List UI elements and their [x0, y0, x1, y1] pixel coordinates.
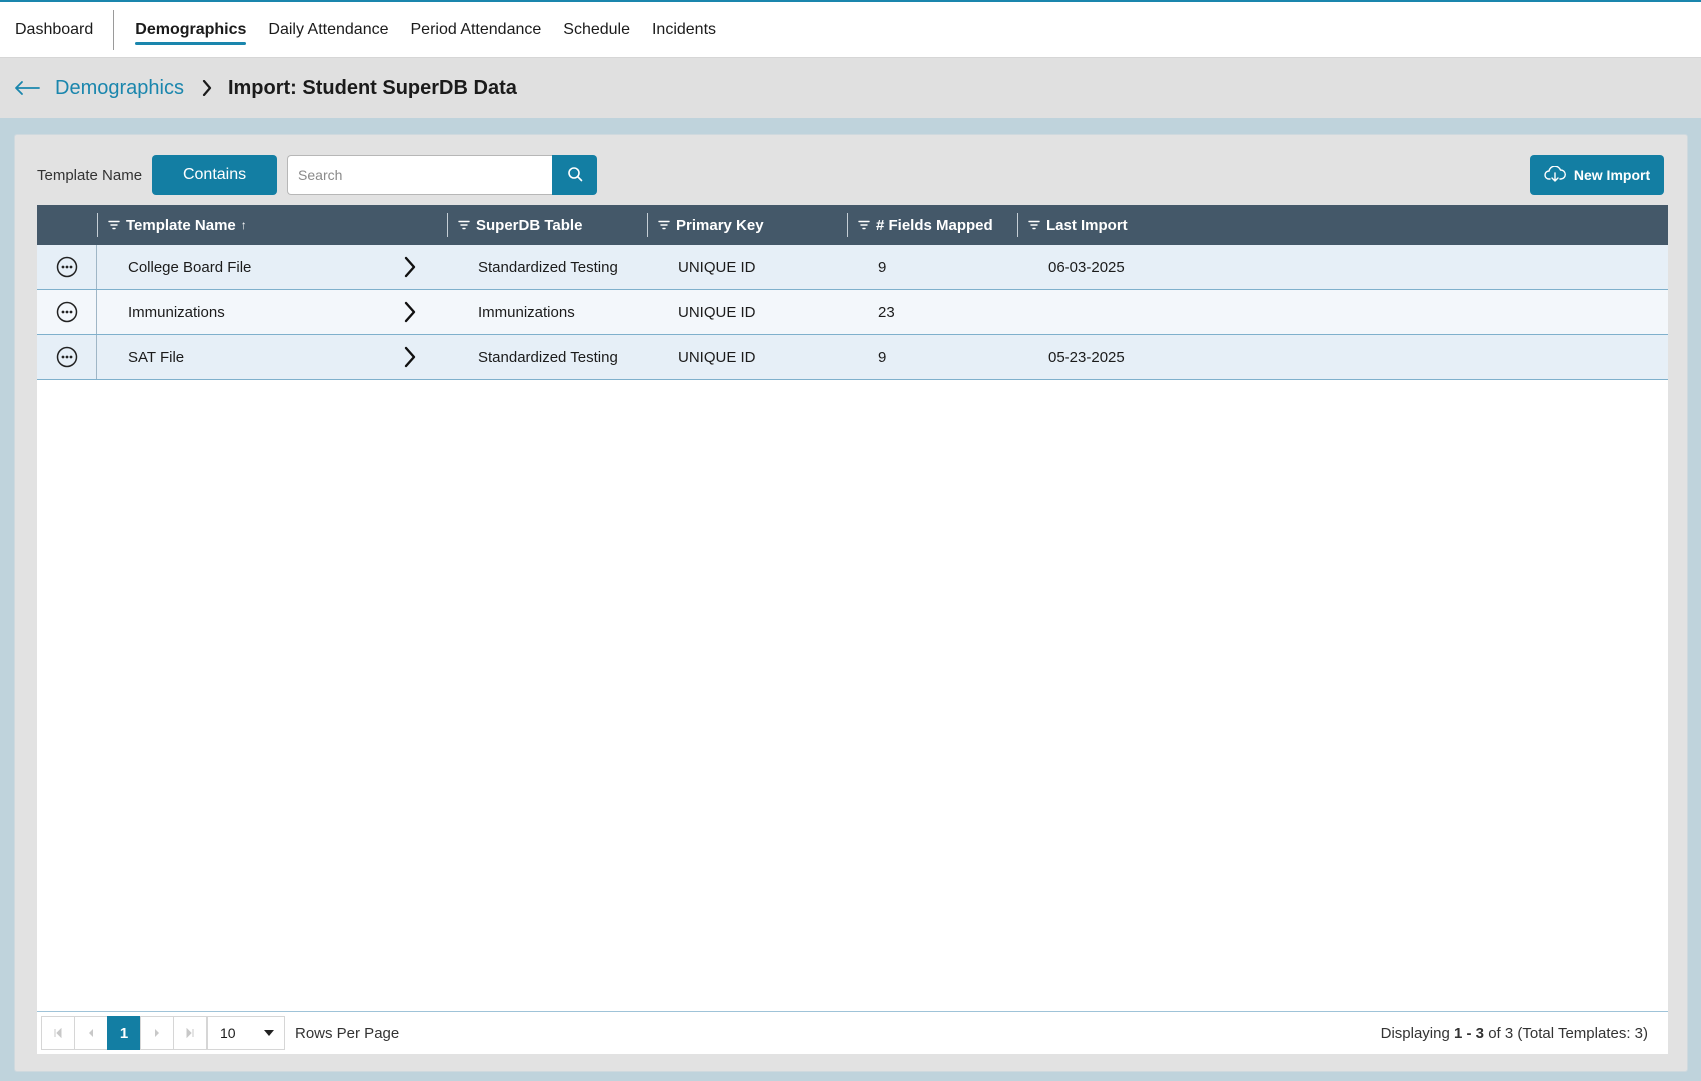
- search-group: [287, 155, 598, 195]
- column-separator: [97, 213, 98, 237]
- filter-icon[interactable]: [458, 220, 470, 230]
- cell-superdb-table: Standardized Testing: [478, 258, 618, 276]
- nav-item-demographics[interactable]: Demographics: [124, 2, 257, 58]
- row-actions-button[interactable]: [37, 290, 97, 334]
- column-header-fields-mapped[interactable]: # Fields Mapped: [847, 205, 1017, 245]
- cell-fields-mapped: 23: [878, 303, 895, 321]
- more-options-icon: [56, 346, 77, 368]
- cloud-download-icon: [1544, 164, 1566, 185]
- filter-toolbar: Template Name Contains: [37, 155, 598, 195]
- page-size-select[interactable]: 10: [207, 1016, 285, 1050]
- table-footer: 1 10 Rows Per Page Displaying 1 - 3 of 3…: [37, 1011, 1668, 1054]
- new-import-label: New Import: [1573, 167, 1651, 183]
- column-separator: [647, 213, 648, 237]
- nav-item-dashboard[interactable]: Dashboard: [0, 2, 113, 58]
- filter-icon[interactable]: [858, 220, 870, 230]
- more-options-icon: [56, 256, 77, 278]
- cell-primary-key: UNIQUE ID: [678, 348, 756, 366]
- column-separator: [447, 213, 448, 237]
- templates-table: Template Name ↑ SuperDB Table Primary Ke…: [37, 205, 1668, 1054]
- page-button-current[interactable]: 1: [107, 1016, 141, 1050]
- cell-primary-key: UNIQUE ID: [678, 258, 756, 276]
- nav-item-period-attendance[interactable]: Period Attendance: [400, 2, 553, 58]
- filter-field-label: Template Name: [37, 166, 143, 184]
- sort-ascending-icon: ↑: [240, 218, 247, 232]
- filter-icon[interactable]: [1028, 220, 1040, 230]
- breadcrumb-demographics-link[interactable]: Demographics: [55, 77, 184, 100]
- table-row[interactable]: Immunizations Immunizations UNIQUE ID 23: [37, 290, 1668, 335]
- column-header-template-name[interactable]: Template Name ↑: [97, 205, 447, 245]
- rows-per-page-label: Rows Per Page: [295, 1024, 400, 1042]
- main-card: Template Name Contains New Import Templa…: [14, 134, 1688, 1072]
- cell-template-name: Immunizations: [128, 303, 225, 321]
- column-label: Template Name: [126, 216, 236, 234]
- row-actions-button[interactable]: [37, 245, 97, 289]
- cell-fields-mapped: 9: [878, 348, 887, 366]
- column-label: SuperDB Table: [476, 216, 583, 234]
- table-row[interactable]: SAT File Standardized Testing UNIQUE ID …: [37, 335, 1668, 380]
- display-total: 3 (Total Templates: 3): [1504, 1024, 1648, 1042]
- nav-divider: [113, 9, 115, 50]
- filter-icon[interactable]: [108, 220, 120, 230]
- column-label: # Fields Mapped: [876, 216, 993, 234]
- arrow-left-icon[interactable]: [14, 78, 42, 98]
- table-row[interactable]: College Board File Standardized Testing …: [37, 245, 1668, 290]
- filter-icon[interactable]: [658, 220, 670, 230]
- last-page-icon[interactable]: [173, 1016, 207, 1050]
- display-of: of: [1488, 1024, 1501, 1042]
- cell-superdb-table: Standardized Testing: [478, 348, 618, 366]
- display-range: 1 - 3: [1454, 1024, 1485, 1042]
- nav-item-incidents[interactable]: Incidents: [641, 2, 727, 58]
- cell-template-name: SAT File: [128, 348, 185, 366]
- new-import-button[interactable]: New Import: [1530, 155, 1664, 195]
- breadcrumb: Demographics Import: Student SuperDB Dat…: [0, 58, 1701, 118]
- page-size-value: 10: [220, 1025, 236, 1041]
- filter-operator-button[interactable]: Contains: [152, 155, 278, 195]
- display-summary: Displaying 1 - 3 of 3 (Total Templates: …: [1381, 1025, 1648, 1042]
- nav-item-schedule[interactable]: Schedule: [552, 2, 641, 58]
- column-label: Last Import: [1046, 216, 1128, 234]
- cell-last-import: 06-03-2025: [1048, 258, 1125, 276]
- table-header: Template Name ↑ SuperDB Table Primary Ke…: [37, 205, 1668, 245]
- display-prefix: Displaying: [1380, 1024, 1450, 1042]
- chevron-right-icon[interactable]: [403, 290, 417, 334]
- caret-down-icon: [264, 1030, 274, 1036]
- search-input[interactable]: [287, 155, 553, 195]
- column-header-last-import[interactable]: Last Import: [1017, 205, 1217, 245]
- more-options-icon: [56, 301, 77, 323]
- next-page-icon[interactable]: [140, 1016, 174, 1050]
- chevron-right-icon[interactable]: [403, 335, 417, 379]
- cell-last-import: 05-23-2025: [1048, 348, 1125, 366]
- search-button[interactable]: [552, 155, 598, 195]
- cell-template-name: College Board File: [128, 258, 252, 276]
- nav-item-daily-attendance[interactable]: Daily Attendance: [257, 2, 399, 58]
- chevron-right-icon[interactable]: [403, 245, 417, 289]
- column-separator: [1017, 213, 1018, 237]
- column-label: Primary Key: [676, 216, 764, 234]
- column-header-superdb-table[interactable]: SuperDB Table: [447, 205, 632, 245]
- chevron-right-icon: [202, 80, 212, 96]
- column-separator: [847, 213, 848, 237]
- cell-fields-mapped: 9: [878, 258, 887, 276]
- cell-superdb-table: Immunizations: [478, 303, 575, 321]
- column-header-primary-key[interactable]: Primary Key: [647, 205, 832, 245]
- first-page-icon[interactable]: [41, 1016, 75, 1050]
- row-actions-button[interactable]: [37, 335, 97, 379]
- search-icon: [567, 166, 583, 185]
- cell-primary-key: UNIQUE ID: [678, 303, 756, 321]
- top-navigation: Dashboard Demographics Daily Attendance …: [0, 0, 1701, 58]
- page-title: Import: Student SuperDB Data: [227, 76, 517, 99]
- previous-page-icon[interactable]: [74, 1016, 108, 1050]
